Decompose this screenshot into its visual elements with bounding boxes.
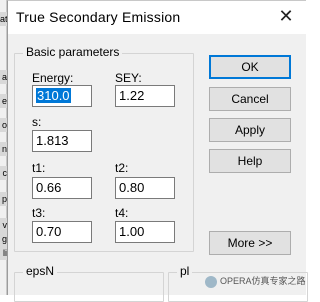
close-icon[interactable]: ✕ [272, 5, 300, 27]
s-field[interactable]: 1.813 [32, 130, 92, 152]
pl-legend: pl [177, 264, 193, 278]
epsn-group: epsN [14, 264, 164, 302]
t4-label: t4: [115, 206, 129, 220]
s-label: s: [32, 115, 42, 129]
background-fragment: c [0, 166, 7, 180]
background-fragment: e [0, 94, 7, 108]
background-fragment: li [0, 246, 7, 260]
watermark-logo-icon [205, 275, 217, 288]
energy-value: 310.0 [36, 88, 71, 103]
background-fragment: at [0, 12, 7, 26]
t3-label: t3: [32, 206, 46, 220]
energy-field[interactable]: 310.0 [32, 85, 92, 107]
background-fragment: o [0, 118, 7, 132]
background-fragment: a [0, 70, 7, 84]
background-fragment: n [0, 142, 7, 156]
sey-label: SEY: [115, 71, 142, 85]
t4-field[interactable]: 1.00 [115, 221, 175, 243]
basic-parameters-legend: Basic parameters [23, 45, 123, 59]
background-window-strip: at a e o n c p v g li [0, 0, 7, 295]
watermark-text: OPERA仿真专家之路 [220, 276, 306, 286]
apply-button[interactable]: Apply [209, 118, 291, 142]
energy-label: Energy: [32, 71, 74, 85]
background-fragment: v [0, 218, 7, 232]
title-bar[interactable]: True Secondary Emission ✕ [8, 1, 306, 34]
dialog-title: True Secondary Emission [16, 9, 181, 25]
watermark: OPERA仿真专家之路 [205, 274, 306, 288]
background-fragment: g [0, 232, 7, 246]
t2-label: t2: [115, 161, 129, 175]
t2-field[interactable]: 0.80 [115, 177, 175, 199]
sey-field[interactable]: 1.22 [115, 85, 175, 107]
epsn-legend: epsN [23, 264, 58, 278]
cancel-button[interactable]: Cancel [209, 87, 291, 111]
t1-field[interactable]: 0.66 [32, 177, 92, 199]
help-button[interactable]: Help [209, 149, 291, 173]
t1-label: t1: [32, 161, 46, 175]
true-secondary-emission-dialog: True Secondary Emission ✕ Basic paramete… [7, 0, 308, 302]
background-fragment: p [0, 192, 7, 206]
t3-field[interactable]: 0.70 [32, 221, 92, 243]
ok-button[interactable]: OK [209, 55, 291, 79]
more-button[interactable]: More >> [209, 231, 291, 255]
